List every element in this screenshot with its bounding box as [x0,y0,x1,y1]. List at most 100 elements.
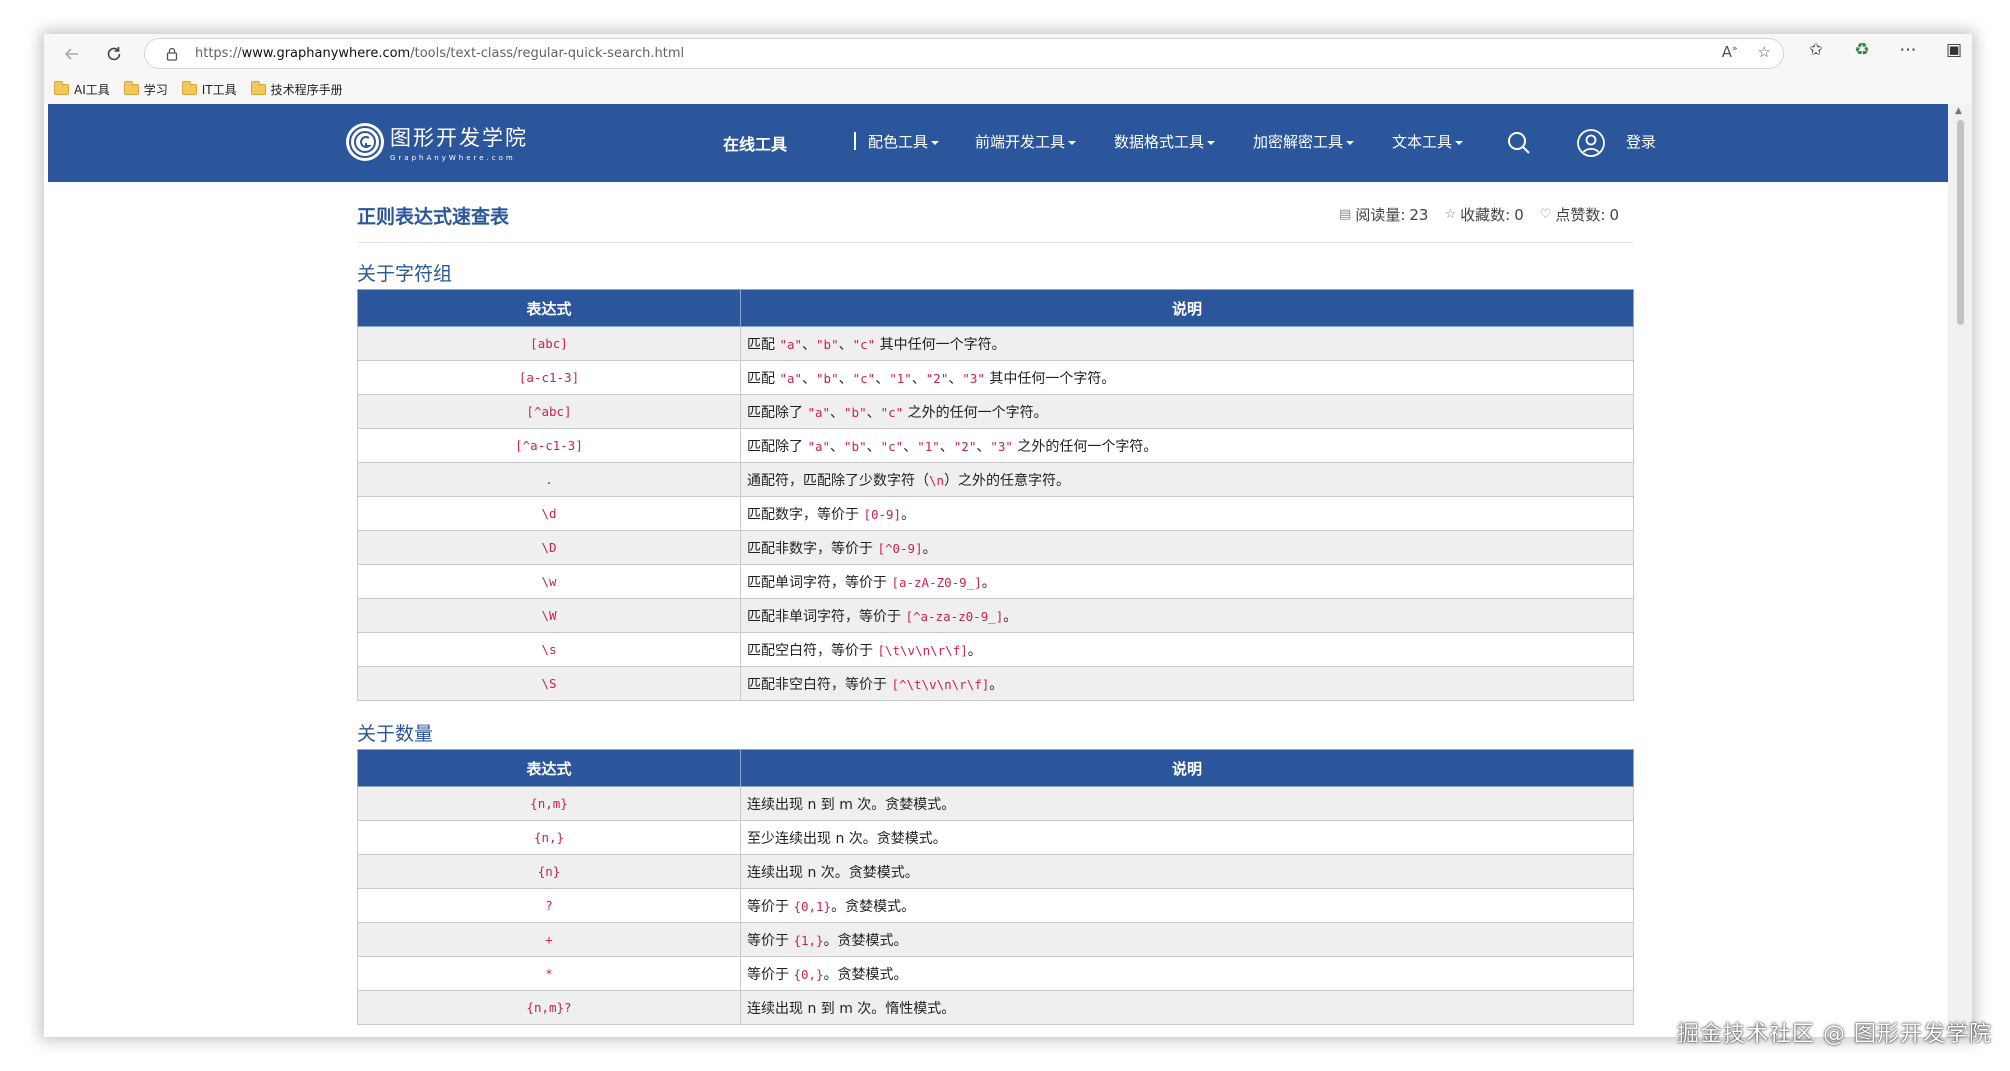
description-text: 之外的任何一个字符。 [903,404,1048,421]
nav-frontend-tools[interactable]: 前端开发工具 [975,131,1077,152]
logo-title: 图形开发学院 [390,126,528,150]
refresh-icon [107,47,121,61]
regex-description: 匹配单词字符，等价于 [a-zA-Z0-9_]。 [740,564,1634,599]
nav-color-tools[interactable]: 配色工具 [868,131,940,152]
description-text: 。贪婪模式。 [831,898,916,915]
nav-data-format-tools[interactable]: 数据格式工具 [1114,131,1216,152]
favorites-icon[interactable]: ✩ [1804,40,1828,60]
inline-code: "c" [880,438,904,454]
page-title: 正则表达式速查表 [357,206,510,228]
extension-icon[interactable]: ♻ [1850,40,1874,60]
page-scrollbar[interactable]: ▲ [1948,104,1972,1037]
regex-description: 匹配 "a"、"b"、"c"、"1"、"2"、"3" 其中任何一个字符。 [740,360,1634,395]
bookmark-folder[interactable]: 技术程序手册 [250,80,343,98]
nav-crypto-tools[interactable]: 加密解密工具 [1253,131,1355,152]
description-text: 连续出现 n 到 m 次。贪婪模式。 [747,796,956,813]
description-text: 匹配非空白符，等价于 [747,676,892,693]
description-text: 等价于 [747,932,794,949]
description-text: 。 [981,574,996,591]
bookmark-folder[interactable]: 学习 [123,80,168,98]
description-text: 。 [967,642,982,659]
inline-code: "3" [990,438,1013,454]
nav-online-tools[interactable]: 在线工具 [723,131,787,155]
section-title-quantifier: 关于数量 [357,723,434,745]
nav-text-tools[interactable]: 文本工具 [1392,131,1464,152]
table-row: * 等价于 {0,}。贪婪模式。 [357,956,1634,991]
read-aloud-icon[interactable]: A» [1722,43,1738,61]
table-row: \D 匹配非数字，等价于 [^0-9]。 [357,530,1634,565]
inline-code: "b" [844,438,867,454]
description-text: 、 [830,438,845,455]
description-text: 。 [922,540,937,557]
address-bar[interactable]: https://www.graphanywhere.com/tools/text… [144,38,1784,69]
more-icon[interactable]: ⋯ [1896,40,1920,60]
scrollbar-thumb[interactable] [1957,120,1964,325]
description-text: 等价于 [747,898,794,915]
description-text: 、 [802,370,817,387]
table-row: {n,m}? 连续出现 n 到 m 次。惰性模式。 [357,990,1634,1025]
regex-expression: [^abc] [357,394,741,429]
inline-code: [^a-za-z0-9_] [905,608,1004,624]
regex-expression: . [357,462,741,497]
logo-icon [346,123,384,161]
table-row: {n} 连续出现 n 次。贪婪模式。 [357,854,1634,889]
like-count[interactable]: ♡ 点赞数: 0 [1540,204,1619,225]
login-link[interactable]: 登录 [1626,131,1656,152]
table-row: + 等价于 {1,}。贪婪模式。 [357,922,1634,957]
inline-code: "a" [807,438,831,454]
favorite-star-icon[interactable]: ☆ [1758,43,1771,61]
bookmark-folder[interactable]: AI工具 [54,80,110,98]
regex-description: 连续出现 n 到 m 次。惰性模式。 [740,990,1634,1025]
lock-icon[interactable] [163,45,181,63]
favorite-count[interactable]: ☆ 收藏数: 0 [1444,204,1523,225]
inline-code: "2" [953,438,977,454]
description-text: 、 [976,438,991,455]
inline-code: {1,} [793,932,824,948]
description-text: 通配符，匹配除了少数字符（ [747,472,929,489]
regex-description: 至少连续出现 n 次。贪婪模式。 [740,820,1634,855]
book-icon: ▤ [1339,207,1352,222]
regex-expression: \w [357,564,741,599]
caret-down-icon [1068,140,1077,145]
regex-expression: + [357,922,741,957]
regex-expression: * [357,956,741,991]
quantifier-table: 表达式 说明 {n,m} 连续出现 n 到 m 次。贪婪模式。 {n,} 至少连续出现… [357,749,1634,1025]
refresh-button[interactable] [100,40,128,68]
inline-code: [^0-9] [877,540,923,556]
bookmark-folder[interactable]: IT工具 [181,80,237,98]
watermark: 掘金技术社区 @ 图形开发学院 [1677,1022,1992,1047]
description-text: 匹配数字，等价于 [747,506,864,523]
inline-code: "c" [852,370,876,386]
arrow-left-icon [64,48,78,60]
inline-code: "3" [962,370,985,386]
site-logo[interactable]: 图形开发学院 GraphAnyWhere.com [346,122,528,162]
inline-code: "a" [779,370,803,386]
nav-divider [854,132,856,150]
url-text[interactable]: https://www.graphanywhere.com/tools/text… [195,46,684,61]
folder-icon [250,80,266,95]
table-row: \w 匹配单词字符，等价于 [a-zA-Z0-9_]。 [357,564,1634,599]
description-text: 、 [830,404,845,421]
description-text: 、 [948,370,963,387]
back-button[interactable] [58,40,86,68]
folder-icon [181,80,197,95]
user-icon[interactable] [1576,128,1606,162]
description-text: 、 [875,370,890,387]
regex-description: 匹配除了 "a"、"b"、"c"、"1"、"2"、"3" 之外的任何一个字符。 [740,428,1634,463]
scroll-up-icon: ▲ [1955,106,1962,116]
search-icon[interactable] [1506,130,1532,160]
regex-description: 匹配非数字，等价于 [^0-9]。 [740,530,1634,565]
description-text: 、 [838,336,853,353]
column-header-expr: 表达式 [357,289,741,327]
sidebar-icon[interactable]: ▣ [1942,40,1966,60]
description-text: ）之外的任意字符。 [944,472,1071,489]
description-text: 匹配 [747,370,780,387]
table-row: ? 等价于 {0,1}。贪婪模式。 [357,888,1634,923]
regex-description: 等价于 {1,}。贪婪模式。 [740,922,1634,957]
inline-code: "2" [925,370,949,386]
description-text: 。 [901,506,916,523]
regex-expression: [abc] [357,326,741,361]
description-text: 等价于 [747,966,794,983]
regex-expression: [a-c1-3] [357,360,741,395]
regex-description: 匹配数字，等价于 [0-9]。 [740,496,1634,531]
